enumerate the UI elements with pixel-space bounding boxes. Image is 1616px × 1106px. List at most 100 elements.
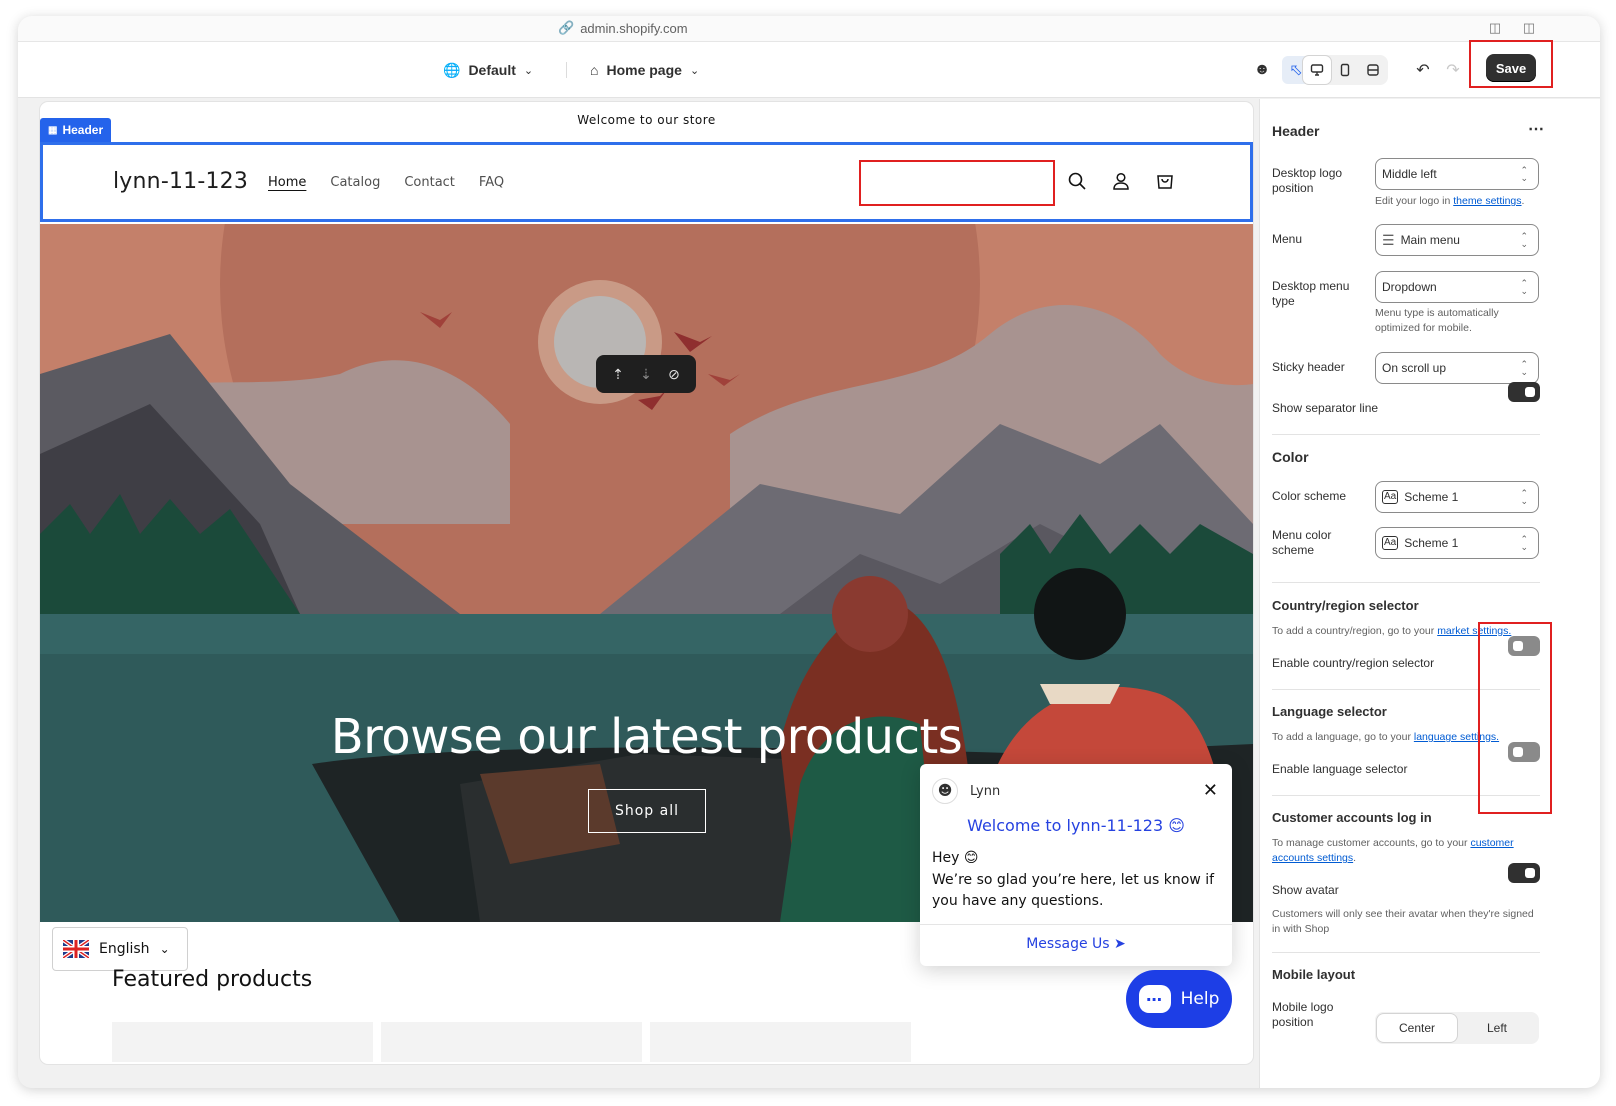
menu-color-scheme-label: Menu color scheme: [1272, 528, 1332, 557]
avatar-note: Customers will only see their avatar whe…: [1272, 908, 1534, 935]
page-label: Home page: [606, 62, 682, 78]
ai-assistant-icon[interactable]: ☻: [1248, 56, 1276, 84]
chat-divider: [920, 924, 1232, 925]
nav-catalog[interactable]: Catalog: [330, 175, 380, 190]
show-avatar-label: Show avatar: [1272, 883, 1339, 897]
select-chevron-icon: ⌃ ⌄: [1520, 278, 1528, 296]
menu-list-icon: ☰: [1382, 231, 1395, 248]
select-value: Dropdown: [1382, 280, 1437, 294]
product-card[interactable]: [381, 1022, 642, 1062]
mobile-logo-center-option[interactable]: Center: [1377, 1014, 1457, 1042]
desktop-logo-position-select[interactable]: Middle left ⌃ ⌄: [1375, 158, 1539, 190]
help-button[interactable]: ⋯ Help: [1126, 970, 1232, 1028]
highlight-box: [1478, 622, 1552, 814]
shop-all-button[interactable]: Shop all: [588, 789, 706, 833]
desktop-view-icon[interactable]: [1303, 56, 1331, 84]
theme-settings-link[interactable]: theme settings: [1453, 195, 1521, 207]
page-selector[interactable]: ⌂ Home page ⌄: [590, 56, 699, 84]
agent-avatar: ☻: [932, 778, 958, 804]
menu-type-help: Menu type is automatically optimized for…: [1375, 307, 1499, 334]
more-options-icon[interactable]: ⋯: [1528, 119, 1544, 139]
hide-section-icon[interactable]: ⊘: [668, 366, 680, 383]
desktop-logo-position-label: Desktop logo position: [1272, 166, 1343, 195]
select-value: Middle left: [1382, 167, 1437, 181]
announcement-bar: Welcome to our store: [577, 113, 716, 127]
device-switcher: [1302, 55, 1388, 85]
fullscreen-view-icon[interactable]: [1359, 56, 1387, 84]
menu-select[interactable]: ☰ Main menu ⌃ ⌄: [1375, 224, 1539, 256]
note-text: To add a country/region, go to your: [1272, 625, 1438, 637]
select-value: Main menu: [1400, 233, 1460, 247]
color-scheme-select[interactable]: Aa Scheme 1 ⌃ ⌄: [1375, 481, 1539, 513]
store-header[interactable]: lynn-11-123 Home Catalog Contact FAQ: [40, 142, 1253, 222]
product-card[interactable]: [650, 1022, 911, 1062]
url-display[interactable]: 🔗 admin.shopify.com: [558, 20, 688, 36]
sticky-header-select[interactable]: On scroll up ⌃ ⌄: [1375, 352, 1539, 384]
separator-toggle[interactable]: [1508, 382, 1540, 402]
redo-icon[interactable]: ↷: [1439, 56, 1467, 84]
section-tag-header[interactable]: ▦ Header: [40, 118, 112, 142]
mobile-logo-left-option[interactable]: Left: [1457, 1014, 1537, 1042]
theme-label: Default: [468, 62, 516, 78]
color-scheme-icon: Aa: [1382, 490, 1399, 504]
product-card[interactable]: [112, 1022, 373, 1062]
store-logo[interactable]: lynn-11-123: [113, 169, 248, 194]
mobile-logo-position-toggle: Center Left: [1375, 1012, 1539, 1044]
nav-contact[interactable]: Contact: [404, 175, 455, 190]
language-selector[interactable]: English ⌄: [52, 927, 188, 971]
chat-welcome: Welcome to lynn-11-123 😊: [967, 816, 1185, 835]
settings-panel: Header ⋯ Desktop logo position Middle le…: [1259, 99, 1600, 1088]
select-chevron-icon: ⌃ ⌄: [1520, 359, 1528, 377]
mobile-layout-title: Mobile layout: [1272, 967, 1356, 982]
product-grid: [112, 1022, 911, 1062]
nav-faq[interactable]: FAQ: [479, 175, 504, 190]
theme-selector[interactable]: 🌐 Default ⌄: [443, 56, 533, 84]
hero-title: Browse our latest products: [330, 709, 963, 765]
send-icon: ➤: [1114, 936, 1126, 952]
close-icon[interactable]: ✕: [1203, 780, 1218, 801]
sidebar-toggle-icon[interactable]: ◫: [1520, 19, 1538, 37]
chat-popup: ☻ Lynn ✕ Welcome to lynn-11-123 😊 Hey 😊 …: [920, 764, 1232, 966]
color-scheme-label: Color scheme: [1272, 489, 1347, 503]
desktop-menu-type-select[interactable]: Dropdown ⌃ ⌄: [1375, 271, 1539, 303]
link-icon: 🔗: [558, 20, 575, 35]
search-icon[interactable]: [1065, 169, 1089, 193]
panel-title: Header: [1272, 123, 1320, 139]
section-action-bar: ⇡ ⇣ ⊘: [596, 355, 696, 393]
cart-icon[interactable]: [1153, 169, 1177, 193]
select-value: Scheme 1: [1404, 536, 1459, 550]
language-selector-title: Language selector: [1272, 704, 1387, 719]
agent-name: Lynn: [970, 784, 1001, 799]
message-us-button[interactable]: Message Us ➤: [920, 936, 1232, 952]
chevron-down-icon: ⌄: [523, 64, 534, 77]
undo-icon[interactable]: ↶: [1409, 56, 1437, 84]
chat-bubble-icon: ⋯: [1138, 985, 1171, 1013]
message-us-label: Message Us: [1026, 936, 1110, 952]
separator-label: Show separator line: [1272, 401, 1379, 415]
featured-products-title: Featured products: [112, 967, 313, 992]
move-up-icon[interactable]: ⇡: [612, 366, 624, 383]
mobile-view-icon[interactable]: [1331, 56, 1359, 84]
language-label: English: [99, 941, 150, 957]
country-selector-title: Country/region selector: [1272, 598, 1419, 613]
nav-home[interactable]: Home: [268, 175, 306, 190]
show-avatar-toggle[interactable]: [1508, 863, 1540, 883]
color-scheme-icon: Aa: [1382, 536, 1399, 550]
toolbar-divider: [566, 62, 567, 78]
help-text: .: [1521, 195, 1525, 207]
extensions-icon[interactable]: ◫: [1486, 19, 1504, 37]
select-chevron-icon: ⌃ ⌄: [1520, 231, 1528, 249]
mobile-logo-position-label: Mobile logo position: [1272, 1000, 1334, 1029]
note-text: To manage customer accounts, go to your: [1272, 837, 1471, 849]
account-icon[interactable]: [1109, 169, 1133, 193]
globe-icon: 🌐: [443, 61, 461, 78]
help-label: Help: [1180, 989, 1220, 1009]
menu-color-scheme-select[interactable]: Aa Scheme 1 ⌃ ⌄: [1375, 527, 1539, 559]
chat-message: We’re so glad you’re here, let us know i…: [932, 872, 1215, 909]
left-sidebar-strip: [18, 99, 32, 1088]
select-chevron-icon: ⌃ ⌄: [1520, 534, 1528, 552]
select-value: On scroll up: [1382, 361, 1447, 375]
move-down-icon[interactable]: ⇣: [640, 366, 652, 383]
sticky-header-label: Sticky header: [1272, 360, 1345, 374]
accounts-note: To manage customer accounts, go to your …: [1272, 836, 1532, 866]
